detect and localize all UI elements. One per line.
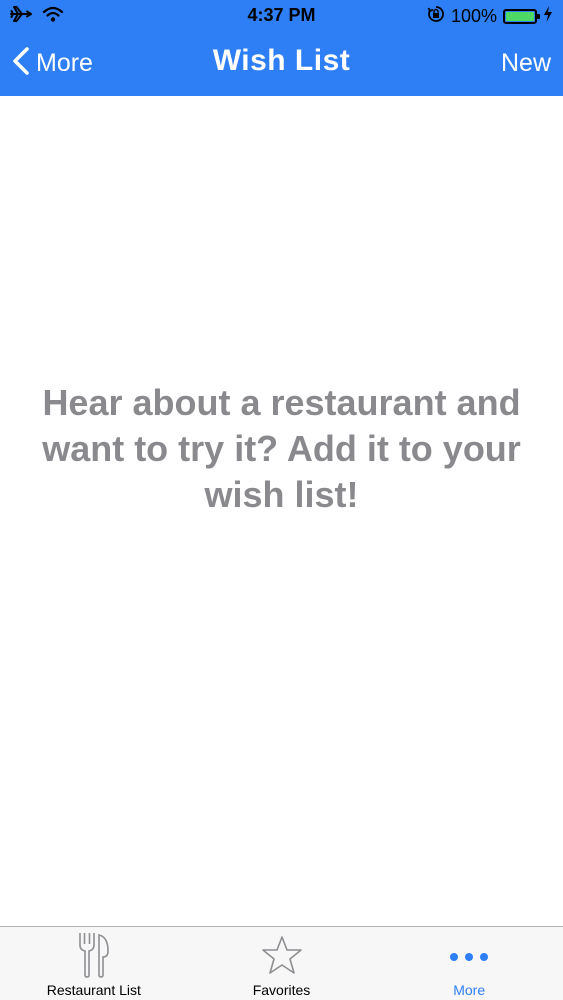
back-button-label: More <box>36 49 93 77</box>
star-icon <box>261 935 303 980</box>
chevron-left-icon <box>12 46 30 81</box>
tab-bar: Restaurant List Favorites More <box>0 926 563 1000</box>
tab-favorites[interactable]: Favorites <box>188 927 376 1000</box>
navigation-bar: More Wish List New <box>0 32 563 96</box>
status-right: 100% <box>427 5 553 28</box>
battery-icon <box>503 9 540 24</box>
charging-bolt-icon <box>543 6 553 27</box>
tab-label: Restaurant List <box>46 982 141 998</box>
fork-knife-icon <box>77 931 111 984</box>
tab-restaurant-list[interactable]: Restaurant List <box>0 927 188 1000</box>
battery-percent: 100% <box>450 6 497 26</box>
tab-label: Favorites <box>252 982 311 998</box>
top-bar: 4:37 PM 100% More Wish List New <box>0 0 563 96</box>
content-area: Hear about a restaurant and want to try … <box>0 96 563 926</box>
empty-state-message: Hear about a restaurant and want to try … <box>42 382 521 515</box>
status-bar: 4:37 PM 100% <box>0 0 563 32</box>
tab-more[interactable]: More <box>375 927 563 1000</box>
screen: 4:37 PM 100% More Wish List New Hear abo… <box>0 0 563 1000</box>
new-button[interactable]: New <box>501 49 551 78</box>
more-dots-icon <box>449 949 489 967</box>
tab-label: More <box>453 982 486 998</box>
orientation-lock-icon <box>427 5 445 28</box>
back-button[interactable]: More <box>12 46 93 81</box>
